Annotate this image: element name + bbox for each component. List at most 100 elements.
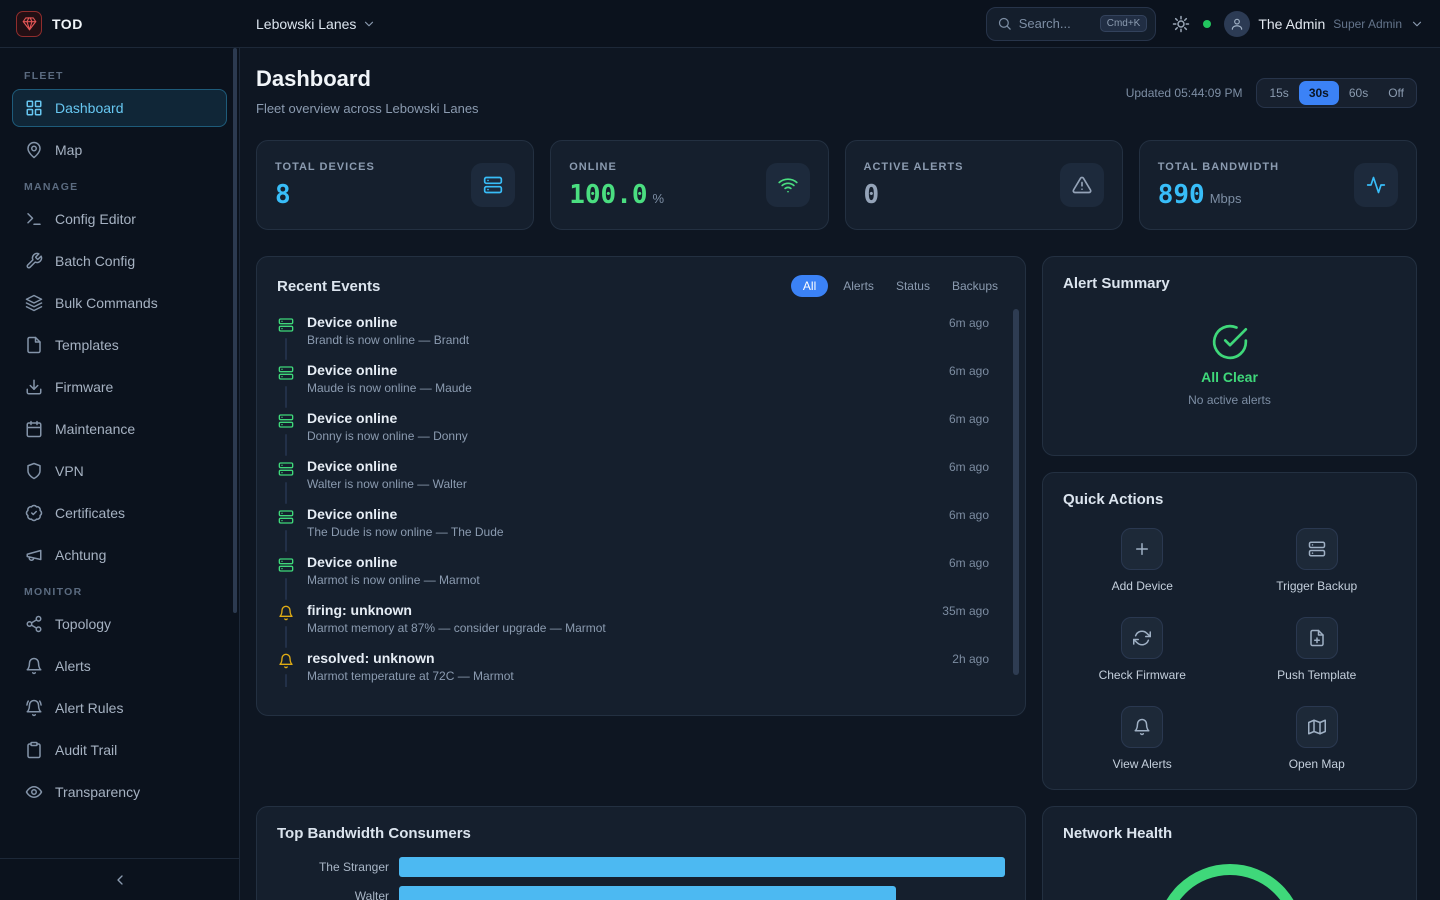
quick-action-push-template[interactable]: Push Template bbox=[1238, 617, 1397, 682]
page-header: Dashboard Fleet overview across Lebowski… bbox=[256, 66, 1417, 116]
bandwidth-row: The Stranger bbox=[277, 857, 1005, 877]
user-icon bbox=[1230, 17, 1244, 31]
event-body: Device online6m agoDonny is now online —… bbox=[307, 410, 989, 444]
event-filter-backups[interactable]: Backups bbox=[945, 275, 1005, 297]
quick-action-label: Trigger Backup bbox=[1276, 579, 1357, 593]
sidebar-scrollbar[interactable] bbox=[233, 48, 237, 613]
event-row[interactable]: Device online6m agoWalter is now online … bbox=[277, 451, 989, 499]
event-filter-alerts[interactable]: Alerts bbox=[836, 275, 881, 297]
event-detail: The Dude is now online — The Dude bbox=[307, 525, 989, 539]
search-input[interactable] bbox=[1019, 16, 1093, 31]
chevron-down-icon bbox=[1410, 17, 1424, 31]
refresh-option-30s[interactable]: 30s bbox=[1299, 81, 1339, 105]
event-icon-wrap bbox=[277, 554, 295, 588]
user-menu[interactable]: The Admin Super Admin bbox=[1224, 11, 1424, 37]
sidebar-item-alerts[interactable]: Alerts bbox=[12, 647, 227, 685]
stat-value: 0 bbox=[864, 180, 964, 210]
event-row[interactable]: Device online6m agoDonny is now online —… bbox=[277, 403, 989, 451]
quick-action-add-device[interactable]: Add Device bbox=[1063, 528, 1222, 593]
stat-icon-chip bbox=[1060, 163, 1104, 207]
sidebar-item-firmware[interactable]: Firmware bbox=[12, 368, 227, 406]
stat-label: ACTIVE ALERTS bbox=[864, 161, 964, 173]
alert-status-subtext: No active alerts bbox=[1188, 393, 1271, 407]
event-detail: Marmot memory at 87% — consider upgrade … bbox=[307, 621, 989, 635]
event-title: Device online bbox=[307, 410, 397, 426]
sidebar-item-maintenance[interactable]: Maintenance bbox=[12, 410, 227, 448]
events-list: Device online6m agoBrandt is now online … bbox=[277, 307, 1005, 687]
stat-info: TOTAL DEVICES8 bbox=[275, 161, 375, 210]
right-column: Alert Summary All Clear No active alerts… bbox=[1042, 256, 1417, 900]
quick-action-label: View Alerts bbox=[1113, 757, 1172, 771]
sidebar-item-audit-trail[interactable]: Audit Trail bbox=[12, 731, 227, 769]
event-row[interactable]: firing: unknown35m agoMarmot memory at 8… bbox=[277, 595, 989, 643]
sidebar-item-achtung[interactable]: Achtung bbox=[12, 536, 227, 574]
megaphone-icon bbox=[25, 546, 43, 564]
sidebar-item-batch-config[interactable]: Batch Config bbox=[12, 242, 227, 280]
page-header-text: Dashboard Fleet overview across Lebowski… bbox=[256, 66, 479, 116]
sidebar-section-label: MANAGE bbox=[24, 181, 215, 193]
refresh-option-60s[interactable]: 60s bbox=[1339, 81, 1378, 105]
event-detail: Donny is now online — Donny bbox=[307, 429, 989, 443]
stat-label: TOTAL DEVICES bbox=[275, 161, 375, 173]
sidebar-item-dashboard[interactable]: Dashboard bbox=[12, 89, 227, 127]
terminal-icon bbox=[25, 210, 43, 228]
refresh-option-off[interactable]: Off bbox=[1378, 81, 1414, 105]
sidebar-item-bulk-commands[interactable]: Bulk Commands bbox=[12, 284, 227, 322]
event-time: 6m ago bbox=[949, 316, 989, 330]
event-icon-wrap bbox=[277, 410, 295, 444]
sidebar-collapse-button[interactable] bbox=[0, 858, 239, 900]
plus-icon bbox=[1133, 540, 1151, 558]
sun-icon bbox=[1172, 15, 1190, 33]
sidebar-item-config-editor[interactable]: Config Editor bbox=[12, 200, 227, 238]
eye-icon bbox=[25, 783, 43, 801]
search-box[interactable]: Cmd+K bbox=[986, 7, 1157, 41]
file-icon bbox=[25, 336, 43, 354]
event-time: 2h ago bbox=[952, 652, 989, 666]
sidebar-item-certificates[interactable]: Certificates bbox=[12, 494, 227, 532]
page-subtitle: Fleet overview across Lebowski Lanes bbox=[256, 101, 479, 116]
server-icon bbox=[278, 365, 294, 381]
refresh-option-15s[interactable]: 15s bbox=[1259, 81, 1298, 105]
event-row[interactable]: Device online6m agoMarmot is now online … bbox=[277, 547, 989, 595]
clipboard-icon bbox=[25, 741, 43, 759]
download-icon bbox=[25, 378, 43, 396]
event-icon-wrap bbox=[277, 506, 295, 540]
event-row[interactable]: Device online6m agoMaude is now online —… bbox=[277, 355, 989, 403]
org-selector[interactable]: Lebowski Lanes bbox=[256, 16, 376, 32]
event-title: Device online bbox=[307, 362, 397, 378]
quick-action-icon-chip bbox=[1121, 528, 1163, 570]
events-scrollbar[interactable] bbox=[1013, 309, 1019, 675]
event-detail: Maude is now online — Maude bbox=[307, 381, 989, 395]
server-icon bbox=[483, 175, 503, 195]
theme-toggle-button[interactable] bbox=[1172, 15, 1190, 33]
event-filter-status[interactable]: Status bbox=[889, 275, 937, 297]
alert-summary-title: Alert Summary bbox=[1063, 275, 1396, 292]
event-body: Device online6m agoBrandt is now online … bbox=[307, 314, 989, 348]
sidebar-item-topology[interactable]: Topology bbox=[12, 605, 227, 643]
event-row[interactable]: resolved: unknown2h agoMarmot temperatur… bbox=[277, 643, 989, 687]
sidebar-item-templates[interactable]: Templates bbox=[12, 326, 227, 364]
event-title: resolved: unknown bbox=[307, 650, 435, 666]
quick-action-view-alerts[interactable]: View Alerts bbox=[1063, 706, 1222, 771]
quick-action-open-map[interactable]: Open Map bbox=[1238, 706, 1397, 771]
sidebar-item-label: VPN bbox=[55, 463, 84, 479]
sidebar-item-transparency[interactable]: Transparency bbox=[12, 773, 227, 811]
stat-icon-chip bbox=[766, 163, 810, 207]
event-filter-all[interactable]: All bbox=[791, 275, 828, 297]
event-icon-wrap bbox=[277, 650, 295, 684]
event-row[interactable]: Device online6m agoBrandt is now online … bbox=[277, 307, 989, 355]
sidebar-item-vpn[interactable]: VPN bbox=[12, 452, 227, 490]
sidebar-item-label: Maintenance bbox=[55, 421, 135, 437]
stat-card-total-bandwidth: TOTAL BANDWIDTH890Mbps bbox=[1139, 140, 1417, 230]
bandwidth-bar-track bbox=[399, 857, 1005, 877]
sidebar-item-map[interactable]: Map bbox=[12, 131, 227, 169]
quick-action-check-firmware[interactable]: Check Firmware bbox=[1063, 617, 1222, 682]
stat-value: 890Mbps bbox=[1158, 180, 1279, 210]
quick-action-trigger-backup[interactable]: Trigger Backup bbox=[1238, 528, 1397, 593]
server-icon bbox=[278, 317, 294, 333]
quick-action-label: Open Map bbox=[1289, 757, 1345, 771]
event-row[interactable]: Device online6m ago The Dude is now onlin… bbox=[277, 499, 989, 547]
stat-card-total-devices: TOTAL DEVICES8 bbox=[256, 140, 534, 230]
event-top-row: Device online6m ago bbox=[307, 506, 989, 522]
sidebar-item-alert-rules[interactable]: Alert Rules bbox=[12, 689, 227, 727]
